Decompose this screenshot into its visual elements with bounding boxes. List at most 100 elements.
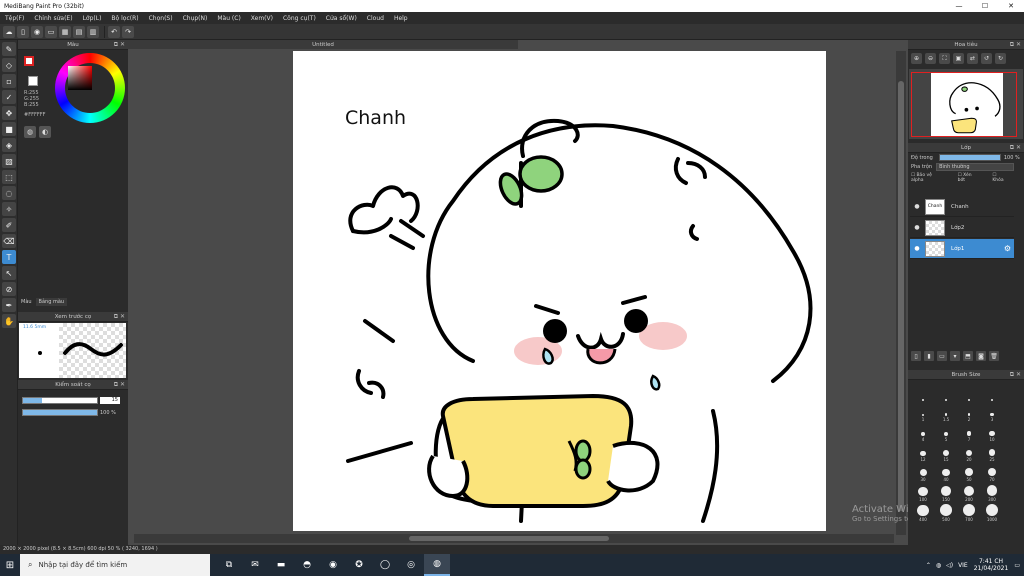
brush-size-preset[interactable] bbox=[935, 384, 957, 402]
windows-start-icon[interactable]: ⊞ bbox=[0, 554, 20, 576]
comment-icon[interactable]: ◉ bbox=[31, 25, 43, 38]
layout-icon[interactable]: ▥ bbox=[87, 25, 99, 38]
undo-icon[interactable]: ↶ bbox=[108, 25, 120, 38]
flip-icon[interactable]: ⇄ bbox=[967, 53, 978, 64]
clock[interactable]: 7:41 CH 21/04/2021 bbox=[974, 558, 1009, 572]
zoom-out-icon[interactable]: ⊖ bbox=[925, 53, 936, 64]
brush-size-slider[interactable] bbox=[22, 397, 98, 404]
magic-wand-tool-icon[interactable]: ✧ bbox=[2, 202, 16, 216]
brush-size-preset[interactable]: 70 bbox=[981, 464, 1003, 482]
horizontal-scroll-thumb[interactable] bbox=[409, 536, 609, 541]
rect-fill-tool-icon[interactable]: ■ bbox=[2, 122, 16, 136]
brush-size-preset[interactable]: 150 bbox=[935, 484, 957, 502]
tab-palette[interactable]: Bảng màu bbox=[35, 298, 68, 306]
layer-row-selected[interactable]: ● Lớp1 ⚙ bbox=[910, 239, 1014, 259]
vertical-scroll-thumb[interactable] bbox=[898, 81, 904, 511]
mail-icon[interactable]: ✉ bbox=[242, 554, 268, 576]
menu-tools[interactable]: Công cụ(T) bbox=[278, 15, 321, 22]
rotate-right-icon[interactable]: ↻ bbox=[995, 53, 1006, 64]
menu-layer[interactable]: Lớp(L) bbox=[78, 15, 107, 22]
menu-snap[interactable]: Chụp(N) bbox=[178, 15, 213, 22]
brush-size-preset[interactable]: 30 bbox=[912, 464, 934, 482]
panel-close-icon[interactable]: ⧉ ✕ bbox=[114, 41, 125, 49]
document-tab[interactable]: Untitled bbox=[128, 40, 518, 49]
menu-edit[interactable]: Chỉnh sửa(E) bbox=[29, 15, 77, 22]
grid-icon[interactable]: ▦ bbox=[59, 25, 71, 38]
lock-checkbox[interactable]: ☐ Khóa bbox=[992, 173, 1015, 183]
brush-size-preset[interactable]: 7 bbox=[958, 424, 980, 442]
menu-file[interactable]: Tệp(F) bbox=[0, 15, 29, 22]
horizontal-scrollbar[interactable] bbox=[134, 534, 894, 543]
network-icon[interactable]: ◍ bbox=[936, 562, 941, 569]
panel-close-icon[interactable]: ⧉ ✕ bbox=[1010, 371, 1021, 379]
brush-size-preset[interactable]: 400 bbox=[912, 504, 934, 522]
dot-tool-icon[interactable]: ▫ bbox=[2, 74, 16, 88]
brush-size-preset[interactable]: 1000 bbox=[981, 504, 1003, 522]
fit-icon[interactable]: ⛶ bbox=[939, 53, 950, 64]
layer-row[interactable]: ● Chanh Chanh bbox=[910, 197, 1014, 217]
task-view-icon[interactable]: ⧉ bbox=[216, 554, 242, 576]
visibility-eye-icon[interactable]: ● bbox=[913, 203, 921, 210]
eyedropper-tool-icon[interactable]: ✒ bbox=[2, 298, 16, 312]
palette-add-icon[interactable]: ◍ bbox=[24, 126, 36, 138]
brush-size-preset[interactable] bbox=[981, 384, 1003, 402]
brush-opacity-slider[interactable] bbox=[22, 409, 98, 416]
bucket-tool-icon[interactable]: ◈ bbox=[2, 138, 16, 152]
gear-icon[interactable]: ⚙ bbox=[1004, 244, 1011, 253]
brush-size-preset[interactable]: 100 bbox=[912, 484, 934, 502]
delete-layer-icon[interactable]: 🗑 bbox=[989, 351, 999, 361]
menu-help[interactable]: Help bbox=[389, 15, 413, 22]
vertical-scrollbar[interactable] bbox=[896, 51, 906, 535]
brush-size-preset[interactable]: 200 bbox=[958, 484, 980, 502]
brush-size-preset[interactable]: 1.5 bbox=[935, 404, 957, 422]
minimize-button[interactable]: — bbox=[946, 0, 972, 12]
brush-tool-icon[interactable]: ✎ bbox=[2, 42, 16, 56]
new-layer-icon[interactable]: ▯ bbox=[911, 351, 921, 361]
cloud-icon[interactable]: ☁ bbox=[3, 25, 15, 38]
menu-select[interactable]: Chọn(S) bbox=[144, 15, 178, 22]
close-button[interactable]: ✕ bbox=[998, 0, 1024, 12]
panel-close-icon[interactable]: ⧉ ✕ bbox=[1010, 41, 1021, 49]
new-halftone-layer-icon[interactable]: ▮ bbox=[924, 351, 934, 361]
protect-alpha-checkbox[interactable]: ☐ Bảo vệ alpha bbox=[911, 173, 952, 183]
zoom-in-icon[interactable]: ⊕ bbox=[911, 53, 922, 64]
brush-size-preset[interactable]: 5 bbox=[935, 424, 957, 442]
brush-size-preset[interactable]: 300 bbox=[981, 484, 1003, 502]
brush-size-preset[interactable]: 1 bbox=[912, 404, 934, 422]
brush-size-preset[interactable]: 15 bbox=[935, 444, 957, 462]
clipping-checkbox[interactable]: ☐ Xén bớt bbox=[958, 173, 987, 183]
primary-color-swatch[interactable] bbox=[24, 56, 34, 66]
secondary-color-swatch[interactable] bbox=[28, 76, 38, 86]
panel-close-icon[interactable]: ⧉ ✕ bbox=[1010, 144, 1021, 152]
brush-size-preset[interactable]: 700 bbox=[958, 504, 980, 522]
brush-size-value[interactable]: 15 bbox=[100, 397, 120, 404]
brush-size-preset[interactable]: 25 bbox=[981, 444, 1003, 462]
taskbar-search[interactable]: ⌕ Nhập tại đây để tìm kiếm bbox=[20, 554, 210, 576]
saturation-value-square[interactable] bbox=[68, 66, 92, 90]
zoom-icon[interactable]: ◉ bbox=[320, 554, 346, 576]
layer-row[interactable]: ● Lớp2 bbox=[910, 218, 1014, 238]
eraser-tool-icon[interactable]: ◇ bbox=[2, 58, 16, 72]
select-eraser-tool-icon[interactable]: ⌫ bbox=[2, 234, 16, 248]
brush-size-preset[interactable]: 4 bbox=[912, 424, 934, 442]
redo-icon[interactable]: ↷ bbox=[122, 25, 134, 38]
volume-icon[interactable]: ◁) bbox=[946, 562, 953, 569]
lasso-tool-icon[interactable]: ◌ bbox=[2, 186, 16, 200]
layer-menu-icon[interactable]: ▾ bbox=[950, 351, 960, 361]
game-icon[interactable]: ✪ bbox=[346, 554, 372, 576]
medibang-icon[interactable]: ◍ bbox=[424, 554, 450, 576]
actual-size-icon[interactable]: ▣ bbox=[953, 53, 964, 64]
text-tool-icon[interactable]: T bbox=[2, 250, 16, 264]
brush-size-preset[interactable]: 20 bbox=[958, 444, 980, 462]
navigator-view[interactable] bbox=[909, 69, 1023, 139]
visibility-eye-icon[interactable]: ● bbox=[913, 245, 921, 252]
menu-window[interactable]: Cửa sổ(W) bbox=[321, 15, 362, 22]
brush-size-preset[interactable]: 40 bbox=[935, 464, 957, 482]
opera-icon[interactable]: ◯ bbox=[372, 554, 398, 576]
menu-view[interactable]: Xem(V) bbox=[246, 15, 278, 22]
brush-size-preset[interactable] bbox=[912, 384, 934, 402]
hand-tool-icon[interactable]: ✋ bbox=[2, 314, 16, 328]
new-folder-icon[interactable]: ▭ bbox=[937, 351, 947, 361]
move-tool-icon[interactable]: ✥ bbox=[2, 106, 16, 120]
menu-cloud[interactable]: Cloud bbox=[362, 15, 389, 22]
